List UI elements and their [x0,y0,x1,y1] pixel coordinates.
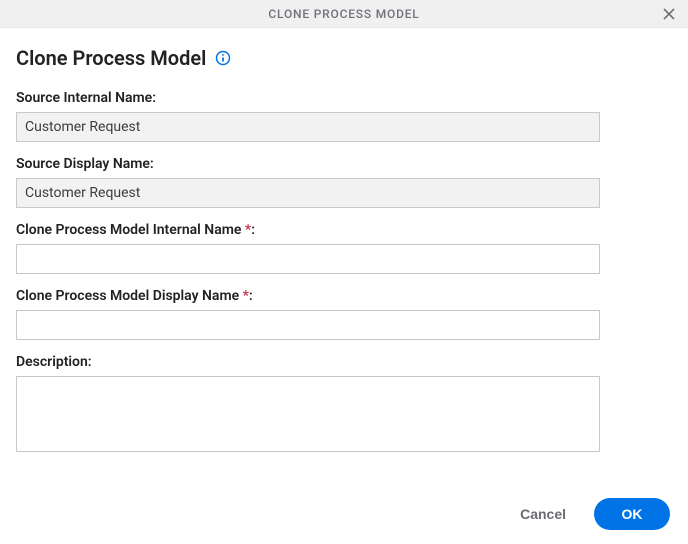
field-source-display-name: Source Display Name: [16,156,672,208]
cancel-button[interactable]: Cancel [512,500,574,528]
dialog-footer: Cancel OK [0,488,688,544]
label-source-display-name: Source Display Name: [16,156,672,172]
label-text: Clone Process Model Display Name [16,288,243,304]
close-button[interactable] [656,1,682,27]
description-textarea[interactable] [16,376,600,452]
field-clone-display-name: Clone Process Model Display Name *: [16,288,672,340]
page-heading-row: Clone Process Model [16,46,672,70]
dialog-titlebar: CLONE PROCESS MODEL [0,0,688,28]
page-heading: Clone Process Model [16,46,206,70]
field-source-internal-name: Source Internal Name: [16,90,672,142]
clone-process-model-dialog: CLONE PROCESS MODEL Clone Process Model [0,0,688,544]
label-clone-internal-name: Clone Process Model Internal Name *: [16,222,672,238]
dialog-content: Clone Process Model Source Internal Name… [0,28,688,488]
dialog-title: CLONE PROCESS MODEL [268,7,419,21]
field-clone-internal-name: Clone Process Model Internal Name *: [16,222,672,274]
label-clone-display-name: Clone Process Model Display Name *: [16,288,672,304]
label-description: Description: [16,354,672,370]
info-icon[interactable] [214,49,232,67]
label-source-internal-name: Source Internal Name: [16,90,672,106]
close-icon [661,6,677,22]
label-text: : [251,222,255,238]
clone-display-name-input[interactable] [16,310,600,340]
source-display-name-input [16,178,600,208]
label-text: Clone Process Model Internal Name [16,222,245,238]
label-text: : [249,288,253,304]
clone-internal-name-input[interactable] [16,244,600,274]
ok-button[interactable]: OK [594,498,670,530]
field-description: Description: [16,354,672,452]
source-internal-name-input [16,112,600,142]
